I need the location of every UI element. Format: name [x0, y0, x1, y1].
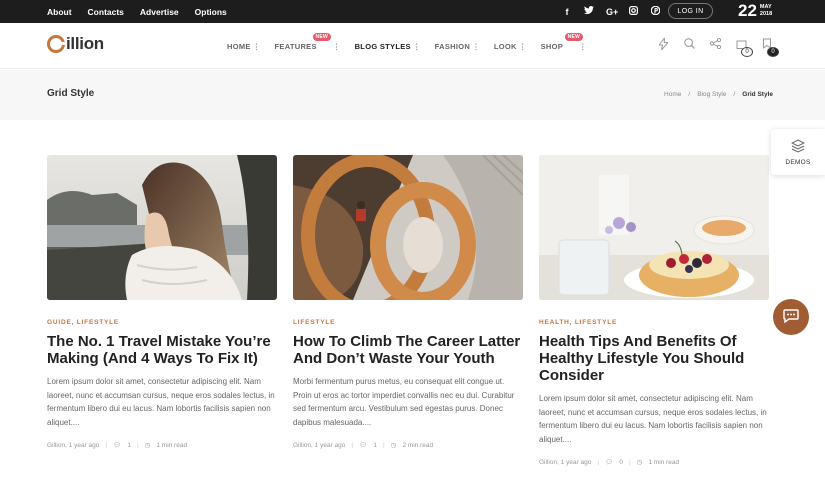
top-link-options[interactable]: Options [195, 7, 227, 17]
pinterest-icon[interactable] [650, 5, 660, 17]
post-meta: Gillion, 1 year ago | 💬︎ 0 | ◷ 1 min rea… [539, 458, 769, 467]
post-meta: Gillion, 1 year ago | 💬︎ 1 | ◷ 2 min rea… [293, 441, 523, 450]
facebook-icon[interactable]: f [562, 7, 572, 17]
new-badge: NEW [564, 32, 584, 41]
post-title[interactable]: The No. 1 Travel Mistake You’re Making (… [47, 333, 277, 367]
page-title-bar: Grid Style Home / Blog Style / Grid Styl… [0, 70, 825, 120]
post-excerpt: Lorem ipsum dolor sit amet, consectetur … [539, 394, 767, 444]
date-display: 22 MAY 2018 [738, 1, 772, 21]
top-link-about[interactable]: About [47, 7, 72, 17]
post-category[interactable]: HEALTH, LIFESTYLE [539, 319, 769, 326]
google-plus-icon[interactable]: G+ [606, 7, 618, 17]
post-card: HEALTH, LIFESTYLE Health Tips And Benefi… [539, 155, 769, 466]
chat-icon [783, 308, 799, 326]
post-author-date[interactable]: Gillion, 1 year ago [293, 442, 345, 449]
date-year: 2018 [759, 11, 773, 17]
nav-item-home[interactable]: HOME ⋮ [227, 42, 261, 51]
meta-separator: | [382, 441, 385, 449]
post-excerpt: Lorem ipsum dolor sit amet, consectetur … [47, 377, 275, 427]
post-card: GUIDE, LIFESTYLE The No. 1 Travel Mistak… [47, 155, 277, 449]
nav-item-look[interactable]: LOOK ⋮ [494, 42, 527, 51]
clock-icon: ◷ [636, 459, 643, 466]
post-author-date[interactable]: Gillion, 1 year ago [539, 459, 591, 466]
breadcrumb-separator: / [733, 91, 736, 98]
meta-separator: | [136, 441, 139, 449]
comment-count[interactable]: 1 [373, 442, 377, 449]
breadcrumb-home[interactable]: Home [664, 91, 681, 98]
site-logo[interactable]: illion [47, 34, 104, 54]
post-title[interactable]: Health Tips And Benefits Of Healthy Life… [539, 333, 769, 384]
comment-count[interactable]: 0 [619, 459, 623, 466]
post-image-spiral-staircase[interactable] [293, 155, 523, 300]
main-header: illion HOME ⋮ FEATURES NEW ⋮ BLOG STYLES ⋮ F… [0, 23, 825, 69]
post-category[interactable]: GUIDE, LIFESTYLE [47, 319, 277, 326]
comment-icon[interactable]: 💬︎ [113, 441, 121, 449]
breadcrumb-separator: / [688, 91, 691, 98]
top-bar: About Contacts Advertise Options f G+ LO… [0, 0, 825, 23]
nav-item-blog-styles[interactable]: BLOG STYLES ⋮ [355, 42, 421, 51]
login-button[interactable]: LOG IN [668, 3, 713, 19]
meta-separator: | [628, 458, 631, 466]
instagram-icon[interactable] [628, 6, 638, 17]
nav-label: LOOK [493, 41, 517, 51]
nav-item-shop[interactable]: SHOP NEW ⋮ [540, 32, 587, 51]
chat-button[interactable] [773, 299, 809, 335]
bookmark-icon[interactable]: 0 [761, 38, 779, 62]
new-badge: NEW [312, 32, 332, 41]
post-image-healthy-breakfast[interactable] [539, 155, 769, 300]
meta-separator: | [597, 458, 600, 466]
nav-label: FASHION [434, 41, 471, 51]
top-link-contacts[interactable]: Contacts [88, 7, 124, 17]
comment-count[interactable]: 1 [127, 442, 131, 449]
twitter-icon[interactable] [584, 6, 594, 17]
nav-label: SHOP [540, 41, 564, 51]
post-image-woman-by-water[interactable] [47, 155, 277, 300]
read-time: 1 min read [648, 458, 680, 466]
cart-count: 0 [741, 47, 753, 57]
top-links: About Contacts Advertise Options [47, 0, 227, 23]
nav-label: FEATURES [274, 41, 317, 51]
read-time: 1 min read [156, 441, 188, 449]
nav-item-fashion[interactable]: FASHION ⋮ [435, 42, 480, 51]
top-link-advertise[interactable]: Advertise [140, 7, 179, 17]
nav-item-features[interactable]: FEATURES NEW ⋮ [274, 32, 341, 51]
clock-icon: ◷ [390, 442, 397, 449]
date-month-year: MAY 2018 [760, 4, 772, 18]
post-meta: Gillion, 1 year ago | 💬︎ 1 | ◷ 1 min rea… [47, 441, 277, 450]
flash-icon[interactable] [657, 36, 669, 62]
cart-icon[interactable]: 0 [735, 38, 753, 62]
comment-icon[interactable]: 💬︎ [605, 458, 613, 466]
clock-icon: ◷ [144, 442, 151, 449]
breadcrumb-blog-style[interactable]: Blog Style [697, 91, 726, 98]
date-day: 22 [738, 1, 757, 20]
logo-mark-icon [47, 35, 65, 53]
nav-label: HOME [227, 41, 251, 51]
page-title: Grid Style [47, 88, 95, 99]
date-month: MAY [759, 4, 772, 10]
search-icon[interactable] [683, 38, 695, 62]
post-title[interactable]: How To Climb The Career Latter And Don’t… [293, 333, 523, 367]
share-icon[interactable] [709, 37, 721, 62]
layers-icon [790, 138, 806, 156]
bookmark-count: 0 [767, 47, 779, 57]
post-author-date[interactable]: Gillion, 1 year ago [47, 442, 99, 449]
breadcrumb: Home / Blog Style / Grid Style [664, 91, 773, 98]
header-icons: 0 0 [657, 36, 779, 62]
demos-label: DEMOS [785, 158, 811, 166]
post-category[interactable]: LIFESTYLE [293, 319, 523, 326]
breadcrumb-current: Grid Style [742, 91, 773, 98]
comment-icon[interactable]: 💬︎ [359, 441, 367, 449]
nav-label: BLOG STYLES [354, 41, 411, 51]
meta-separator: | [351, 441, 354, 449]
post-card: LIFESTYLE How To Climb The Career Latter… [293, 155, 523, 449]
main-nav: HOME ⋮ FEATURES NEW ⋮ BLOG STYLES ⋮ FASHION ⋮… [227, 23, 601, 69]
demos-button[interactable]: DEMOS [771, 129, 825, 175]
logo-text: illion [66, 34, 104, 53]
read-time: 2 min read [402, 441, 434, 449]
post-excerpt: Morbi fermentum purus metus, eu consequa… [293, 377, 515, 427]
meta-separator: | [105, 441, 108, 449]
social-links: f G+ [562, 0, 660, 23]
